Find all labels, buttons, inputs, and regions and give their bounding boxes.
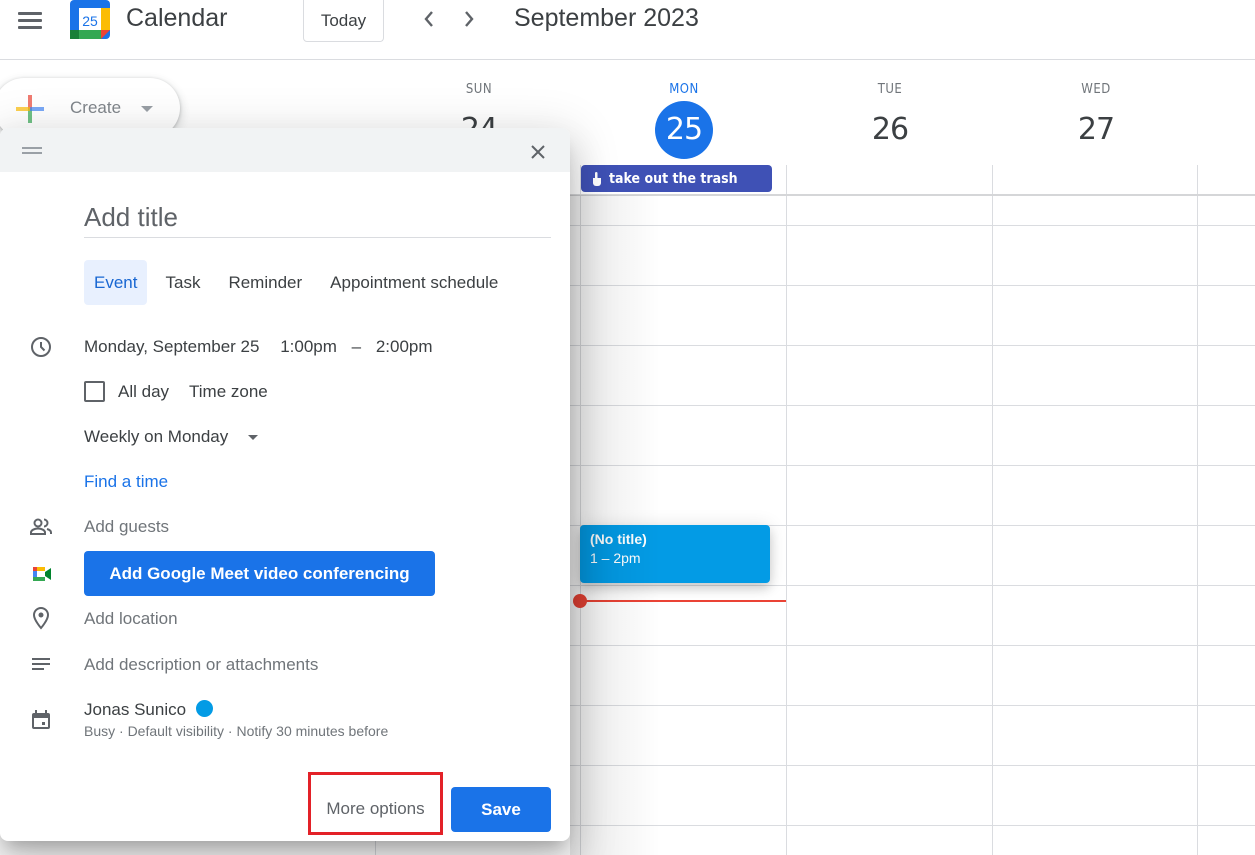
event-date[interactable]: Monday, September 25 [84, 337, 259, 356]
add-guests-input[interactable]: Add guests [84, 517, 169, 537]
close-icon [531, 145, 545, 159]
day-header-tue[interactable]: TUE 26 [787, 82, 993, 159]
add-location-input[interactable]: Add location [84, 609, 178, 629]
tab-task[interactable]: Task [155, 260, 210, 305]
svg-text:25: 25 [82, 13, 98, 29]
close-button[interactable] [522, 136, 554, 168]
chevron-right-icon [465, 11, 474, 27]
grid-column-divider [992, 165, 993, 855]
chevron-left-icon [424, 11, 433, 27]
grid-column-divider [786, 165, 787, 855]
save-button[interactable]: Save [451, 787, 551, 832]
description-icon [32, 658, 50, 670]
draft-event[interactable]: (No title) 1 – 2pm [580, 525, 770, 583]
dialog-header [0, 128, 570, 172]
next-week-button[interactable] [456, 6, 482, 32]
location-pin-icon [32, 606, 50, 630]
event-datetime: Monday, September 25 1:00pm – 2:00pm [84, 337, 433, 356]
menu-icon-bar [18, 26, 42, 29]
event-time: 1 – 2pm [590, 550, 641, 566]
time-zone-button[interactable]: Time zone [189, 382, 268, 402]
quick-event-dialog: Event Task Reminder Appointment schedule… [0, 128, 570, 841]
current-month-title: September 2023 [514, 4, 699, 32]
owner-name: Jonas Sunico [84, 700, 187, 719]
people-icon [30, 518, 52, 535]
grid-column-divider [580, 165, 581, 855]
event-title-input[interactable] [84, 198, 551, 238]
recurrence-dropdown[interactable]: Weekly on Monday [84, 427, 259, 447]
app-title: Calendar [126, 4, 228, 32]
clock-icon [31, 337, 51, 357]
all-day-label: All day [118, 382, 170, 401]
event-title: (No title) [590, 531, 647, 547]
caret-down-icon[interactable] [141, 106, 153, 112]
add-google-meet-button[interactable]: Add Google Meet video conferencing [84, 551, 435, 596]
previous-week-button[interactable] [416, 6, 442, 32]
allday-event-take-out-trash[interactable]: take out the trash [581, 165, 772, 192]
event-start-time[interactable]: 1:00pm [280, 337, 337, 356]
calendar-logo-icon: 25 [70, 0, 110, 39]
add-description-input[interactable]: Add description or attachments [84, 655, 318, 675]
tab-reminder[interactable]: Reminder [218, 260, 312, 305]
drag-handle-icon[interactable] [22, 147, 42, 154]
tab-event[interactable]: Event [84, 260, 148, 305]
plus-icon [16, 95, 44, 123]
google-meet-icon [33, 567, 51, 581]
tab-appointment-schedule[interactable]: Appointment schedule [320, 260, 508, 305]
today-button[interactable]: Today [303, 0, 384, 42]
task-hand-icon [593, 171, 601, 186]
more-options-button[interactable]: More options [308, 772, 443, 835]
day-header-mon[interactable]: MON 25 [581, 82, 787, 159]
calendar-owner-selector[interactable]: Jonas Sunico [84, 700, 214, 720]
current-time-dot [573, 594, 587, 608]
menu-icon-bar [18, 19, 42, 22]
all-day-checkbox[interactable] [84, 381, 105, 402]
find-a-time-link[interactable]: Find a time [84, 472, 168, 492]
current-time-line [580, 600, 786, 602]
event-title: take out the trash [609, 170, 738, 187]
grid-column-divider [1197, 165, 1198, 855]
event-settings-summary[interactable]: Busy · Default visibility · Notify 30 mi… [84, 723, 388, 739]
caret-down-icon [248, 435, 259, 441]
calendar-color-dot [196, 700, 214, 717]
day-header-wed[interactable]: WED 27 [993, 82, 1199, 159]
event-end-time[interactable]: 2:00pm [376, 337, 433, 356]
create-label: Create [70, 98, 122, 117]
main-menu-button[interactable] [14, 6, 46, 34]
event-type-tabs: Event Task Reminder Appointment schedule [84, 260, 516, 305]
menu-icon-bar [18, 12, 42, 15]
calendar-icon [32, 710, 50, 729]
top-bar: 25 Calendar Today September 2023 [0, 0, 1255, 60]
recurrence-value: Weekly on Monday [84, 427, 229, 446]
